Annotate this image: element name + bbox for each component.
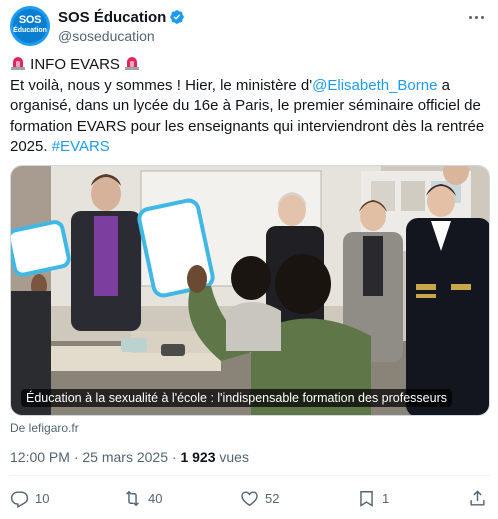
divider: [10, 475, 490, 476]
repost-button[interactable]: 40: [123, 486, 162, 510]
repost-count: 40: [148, 490, 163, 506]
bookmark-button[interactable]: 1: [357, 486, 389, 510]
tweet-text-segment: Et voilà, nous y sommes ! Hier, le minis…: [10, 76, 313, 94]
name-row: SOS Éducation: [58, 8, 185, 26]
avatar-text-line2: Éducation: [13, 27, 47, 34]
tweet-meta: 12:00 PM · 25 mars 2025 · 1 923 vues: [10, 449, 249, 465]
link-card-title[interactable]: Éducation à la sexualité à l'école : l'i…: [21, 389, 452, 407]
tweet-header: SOS Éducation SOS Éducation @soseducatio…: [10, 6, 490, 46]
tweet-text: INFO EVARS Et voilà, nous y sommes ! Hie…: [10, 55, 490, 158]
tweet-text-segment: 2025.: [10, 138, 52, 155]
bookmark-icon: [360, 490, 373, 507]
tweet-line-2: Et voilà, nous y sommes ! Hier, le minis…: [10, 76, 490, 97]
like-count: 52: [265, 490, 280, 506]
bookmark-count: 1: [382, 490, 390, 506]
views-count: 1 923: [180, 449, 216, 465]
more-icon[interactable]: [466, 12, 486, 22]
repost-icon: [126, 490, 139, 506]
police-light-icon: [125, 57, 140, 70]
mention-link[interactable]: @Elisabeth_Borne: [312, 77, 437, 94]
tweet-heading: INFO EVARS: [30, 56, 120, 73]
action-bar: 10 40 52 1: [10, 486, 490, 510]
share-icon: [470, 489, 485, 506]
share-button[interactable]: [468, 486, 487, 510]
like-button[interactable]: 52: [240, 486, 279, 510]
police-light-icon: [11, 57, 25, 70]
link-source[interactable]: De lefigaro.fr: [10, 421, 79, 435]
display-name[interactable]: SOS Éducation: [58, 9, 166, 26]
verified-badge-icon: [170, 10, 185, 24]
tweet-line-3: organisé, dans un lycée du 16e à Paris, …: [10, 97, 481, 114]
heart-icon: [241, 490, 258, 506]
meta-separator: ·: [69, 449, 83, 465]
views-label: vues: [215, 449, 249, 465]
tweet-text-segment: a: [437, 76, 450, 94]
avatar-text-line1: SOS: [18, 14, 42, 26]
tweet-line-5: 2025. #EVARS: [10, 137, 490, 158]
avatar[interactable]: SOS Éducation: [10, 6, 50, 46]
reply-count: 10: [35, 490, 50, 506]
reply-icon: [10, 490, 29, 508]
tweet-time[interactable]: 12:00 PM: [10, 449, 70, 465]
meta-separator: ·: [168, 449, 181, 465]
tweet-line-1: INFO EVARS: [10, 55, 490, 76]
handle[interactable]: @soseducation: [58, 28, 155, 44]
reply-button[interactable]: 10: [10, 486, 49, 510]
hashtag-link[interactable]: #EVARS: [52, 138, 110, 155]
tweet-date[interactable]: 25 mars 2025: [82, 449, 168, 465]
link-card-image[interactable]: Éducation à la sexualité à l'école : l'i…: [10, 165, 490, 416]
tweet-line-4: formation EVARS pour les enseignants qui…: [10, 117, 485, 135]
classroom-photo: [11, 166, 489, 415]
